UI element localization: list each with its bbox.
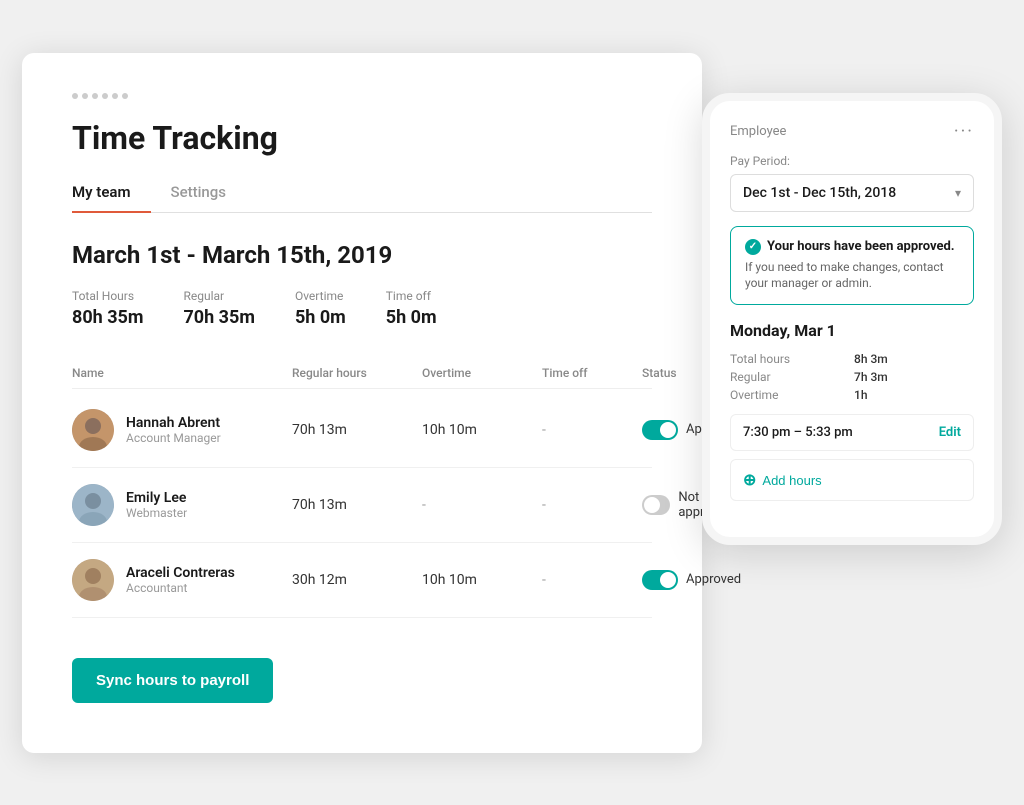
table-row: Hannah Abrent Account Manager 70h 13m 10… — [72, 393, 652, 468]
tab-my-team[interactable]: My team — [72, 173, 151, 213]
cell-regular-hours: 70h 13m — [292, 497, 422, 513]
time-entry: 7:30 pm – 5:33 pm Edit — [730, 414, 974, 451]
cell-regular-hours: 70h 13m — [292, 422, 422, 438]
employee-role: Webmaster — [126, 506, 187, 520]
chevron-down-icon: ▾ — [955, 186, 961, 200]
cell-time-off: - — [542, 497, 642, 513]
avatar — [72, 484, 114, 526]
plus-icon: ⊕ — [743, 470, 756, 490]
mobile-header: Employee ··· — [730, 121, 974, 142]
stat-regular-value: 70h 35m — [183, 307, 254, 328]
stat-total-hours-value: 80h 35m — [72, 307, 143, 328]
col-status: Status — [642, 366, 677, 380]
time-range: 7:30 pm – 5:33 pm — [743, 425, 853, 440]
mobile-card: Employee ··· Pay Period: Dec 1st - Dec 1… — [702, 93, 1002, 546]
drag-dot — [122, 93, 128, 99]
status-toggle-hannah[interactable] — [642, 420, 678, 440]
employee-name: Hannah Abrent — [126, 415, 221, 431]
stats-row: Total Hours 80h 35m Regular 70h 35m Over… — [72, 289, 652, 328]
tab-bar: My team Settings — [72, 173, 652, 213]
col-overtime: Overtime — [422, 366, 542, 380]
cell-time-off: - — [542, 572, 642, 588]
mobile-menu-dots[interactable]: ··· — [954, 121, 974, 142]
approval-title-text: Your hours have been approved. — [767, 239, 955, 254]
employee-role: Account Manager — [126, 431, 221, 445]
approval-banner-body: If you need to make changes, contact you… — [745, 259, 959, 293]
mobile-period-select[interactable]: Dec 1st - Dec 15th, 2018 ▾ — [730, 174, 974, 212]
approval-banner-title: ✓ Your hours have been approved. — [745, 239, 959, 255]
table-row: Araceli Contreras Accountant 30h 12m 10h… — [72, 543, 652, 618]
day-overtime-value: 1h — [854, 388, 974, 402]
stat-regular: Regular 70h 35m — [183, 289, 254, 328]
table-row: Emily Lee Webmaster 70h 13m - - Not appr… — [72, 468, 652, 543]
stat-overtime-value: 5h 0m — [295, 307, 346, 328]
status-text: Approved — [686, 572, 741, 587]
cell-overtime: 10h 10m — [422, 422, 542, 438]
status-cell: Approved — [642, 570, 741, 590]
employee-info: Hannah Abrent Account Manager — [72, 409, 292, 451]
stat-time-off-label: Time off — [386, 289, 437, 303]
tab-settings[interactable]: Settings — [171, 173, 247, 213]
employee-name: Araceli Contreras — [126, 565, 235, 581]
day-total-hours-label: Total hours — [730, 352, 850, 366]
cell-overtime: - — [422, 497, 542, 513]
table-header: Name Regular hours Overtime Time off Sta… — [72, 358, 652, 389]
day-section: Monday, Mar 1 Total hours 8h 3m Regular … — [730, 321, 974, 501]
status-toggle-araceli[interactable] — [642, 570, 678, 590]
mobile-pay-period-label: Pay Period: — [730, 154, 974, 168]
drag-dot — [102, 93, 108, 99]
outer-container: Time Tracking My team Settings March 1st… — [22, 53, 1002, 753]
drag-dot — [72, 93, 78, 99]
stat-overtime: Overtime 5h 0m — [295, 289, 346, 328]
period-title: March 1st - March 15th, 2019 — [72, 241, 652, 269]
mobile-employee-label: Employee — [730, 124, 786, 139]
drag-dot — [82, 93, 88, 99]
cell-overtime: 10h 10m — [422, 572, 542, 588]
col-name: Name — [72, 366, 292, 380]
cell-time-off: - — [542, 422, 642, 438]
col-regular-hours: Regular hours — [292, 366, 422, 380]
drag-dot — [112, 93, 118, 99]
avatar — [72, 559, 114, 601]
col-time-off: Time off — [542, 366, 642, 380]
mobile-period-value: Dec 1st - Dec 15th, 2018 — [743, 185, 896, 201]
sync-hours-button[interactable]: Sync hours to payroll — [72, 658, 273, 703]
drag-dot — [92, 93, 98, 99]
desktop-card: Time Tracking My team Settings March 1st… — [22, 53, 702, 753]
approval-banner: ✓ Your hours have been approved. If you … — [730, 226, 974, 306]
stat-time-off-value: 5h 0m — [386, 307, 437, 328]
day-overtime-label: Overtime — [730, 388, 850, 402]
stat-overtime-label: Overtime — [295, 289, 346, 303]
day-regular-value: 7h 3m — [854, 370, 974, 384]
employee-name: Emily Lee — [126, 490, 187, 506]
cell-regular-hours: 30h 12m — [292, 572, 422, 588]
employee-info: Araceli Contreras Accountant — [72, 559, 292, 601]
edit-link[interactable]: Edit — [939, 425, 961, 440]
day-total-hours-value: 8h 3m — [854, 352, 974, 366]
day-title: Monday, Mar 1 — [730, 321, 974, 340]
avatar — [72, 409, 114, 451]
drag-handle — [72, 93, 652, 99]
page-title: Time Tracking — [72, 119, 652, 157]
employee-role: Accountant — [126, 581, 235, 595]
stat-time-off: Time off 5h 0m — [386, 289, 437, 328]
day-stats: Total hours 8h 3m Regular 7h 3m Overtime… — [730, 352, 974, 402]
employee-info: Emily Lee Webmaster — [72, 484, 292, 526]
status-toggle-emily[interactable] — [642, 495, 670, 515]
stat-regular-label: Regular — [183, 289, 254, 303]
stat-total-hours-label: Total Hours — [72, 289, 143, 303]
add-hours-label: Add hours — [762, 473, 821, 488]
approval-check-icon: ✓ — [745, 239, 761, 255]
day-regular-label: Regular — [730, 370, 850, 384]
stat-total-hours: Total Hours 80h 35m — [72, 289, 143, 328]
add-hours-button[interactable]: ⊕ Add hours — [730, 459, 974, 501]
